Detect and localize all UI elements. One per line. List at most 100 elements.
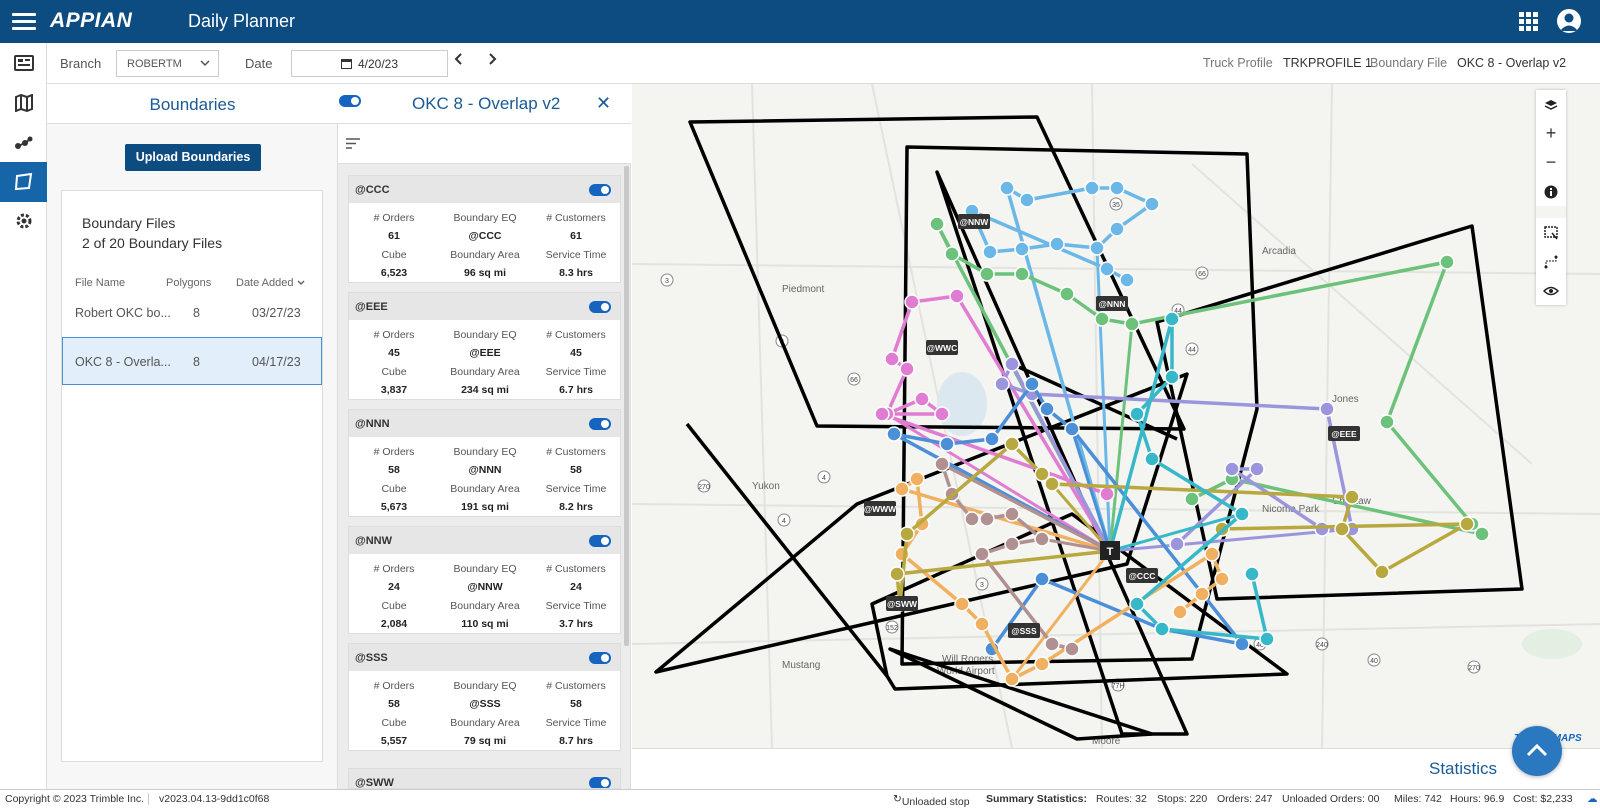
stop-marker[interactable] — [1144, 196, 1160, 212]
stop-marker[interactable] — [1164, 369, 1180, 385]
stop-marker[interactable] — [939, 436, 955, 452]
stop-marker[interactable] — [1019, 192, 1035, 208]
stop-marker[interactable] — [1124, 316, 1140, 332]
stop-marker[interactable] — [984, 431, 1000, 447]
next-date-chevron-icon[interactable] — [487, 52, 497, 71]
stop-marker[interactable] — [1084, 180, 1100, 196]
expand-statistics-button[interactable] — [1512, 726, 1562, 776]
stop-marker[interactable] — [1034, 656, 1050, 672]
upload-boundaries-button[interactable]: Upload Boundaries — [125, 144, 261, 171]
stop-marker[interactable] — [934, 456, 950, 472]
stop-marker[interactable] — [1034, 531, 1050, 547]
boundary-toggle[interactable] — [589, 535, 611, 547]
nav-boundary-icon[interactable] — [0, 162, 47, 202]
draw-route-icon[interactable] — [1536, 247, 1566, 276]
nav-map-icon[interactable] — [0, 83, 47, 123]
stop-marker[interactable] — [1194, 586, 1210, 602]
stop-marker[interactable] — [1184, 491, 1200, 507]
file-row-selected[interactable]: OKC 8 - Overla... 8 04/17/23 — [62, 337, 322, 385]
file-row[interactable]: Robert OKC bo... 8 03/27/23 — [62, 289, 322, 337]
stop-marker[interactable] — [1144, 451, 1160, 467]
column-header-file-name[interactable]: File Name — [75, 277, 125, 289]
stop-marker[interactable] — [1044, 636, 1060, 652]
boundary-toggle[interactable] — [589, 184, 611, 196]
stop-marker[interactable] — [934, 406, 950, 422]
layers-icon[interactable] — [1536, 90, 1566, 119]
boundary-card[interactable]: @NNN # Orders Boundary EQ # Customers 58 @NNN… — [348, 409, 621, 517]
zoom-out-icon[interactable]: − — [1536, 148, 1566, 177]
date-picker[interactable]: 4/20/23 — [291, 50, 448, 77]
stop-marker[interactable] — [1004, 506, 1020, 522]
stop-marker[interactable] — [1224, 461, 1240, 477]
stop-marker[interactable] — [1004, 356, 1020, 372]
stop-marker[interactable] — [1129, 406, 1145, 422]
boundary-card[interactable]: @EEE # Orders Boundary EQ # Customers 45 @EEE… — [348, 292, 621, 400]
stop-marker[interactable] — [1259, 631, 1275, 647]
stop-marker[interactable] — [1129, 596, 1145, 612]
user-avatar-icon[interactable] — [1557, 9, 1581, 33]
stop-marker[interactable] — [1314, 521, 1330, 537]
stop-marker[interactable] — [974, 546, 990, 562]
column-header-date-added[interactable]: Date Added — [236, 277, 305, 289]
stop-marker[interactable] — [1049, 236, 1065, 252]
stop-marker[interactable] — [929, 216, 945, 232]
stop-marker[interactable] — [874, 406, 890, 422]
stop-marker[interactable] — [1379, 414, 1395, 430]
stop-marker[interactable] — [1094, 311, 1110, 327]
boundary-card-partial[interactable]: @SWW — [348, 768, 621, 789]
route-group[interactable] — [994, 356, 1360, 553]
panel-scrollbar[interactable] — [624, 166, 629, 646]
column-header-polygons[interactable]: Polygons — [166, 277, 211, 289]
zoom-in-icon[interactable]: + — [1536, 119, 1566, 148]
stop-marker[interactable] — [1109, 180, 1125, 196]
stop-marker[interactable] — [1374, 564, 1390, 580]
branch-select[interactable]: ROBERTM — [116, 50, 219, 77]
stop-marker[interactable] — [974, 616, 990, 632]
stop-marker[interactable] — [1214, 571, 1230, 587]
stop-marker[interactable] — [1004, 536, 1020, 552]
stop-marker[interactable] — [1119, 272, 1135, 288]
stop-marker[interactable] — [1099, 486, 1115, 502]
stop-marker[interactable] — [982, 244, 998, 260]
stop-marker[interactable] — [944, 246, 960, 262]
boundary-toggle[interactable] — [589, 777, 611, 788]
route-map[interactable]: PiedmontArcadiaYukonNicoma ParkMustangMo… — [632, 84, 1600, 748]
nav-route-icon[interactable] — [0, 123, 47, 163]
stop-marker[interactable] — [1164, 311, 1180, 327]
stop-marker[interactable] — [1474, 526, 1490, 542]
stop-marker[interactable] — [1439, 254, 1455, 270]
stop-marker[interactable] — [914, 391, 930, 407]
stop-marker[interactable] — [899, 361, 915, 377]
stop-marker[interactable] — [886, 426, 902, 442]
stop-marker[interactable] — [1039, 401, 1055, 417]
stop-marker[interactable] — [1234, 636, 1250, 652]
sort-icon[interactable] — [346, 138, 360, 149]
map-canvas[interactable]: PiedmontArcadiaYukonNicoma ParkMustangMo… — [632, 84, 1600, 748]
stop-marker[interactable] — [1099, 261, 1115, 277]
stop-marker[interactable] — [904, 294, 920, 310]
close-icon[interactable]: ✕ — [596, 93, 611, 114]
nav-gear-icon[interactable] — [0, 201, 47, 241]
boundary-card[interactable]: @SSS # Orders Boundary EQ # Customers 58 @SSS… — [348, 643, 621, 751]
stop-marker[interactable] — [1109, 221, 1125, 237]
stop-marker[interactable] — [1172, 604, 1188, 620]
stop-marker[interactable] — [1064, 641, 1080, 657]
stop-marker[interactable] — [1004, 436, 1020, 452]
stop-marker[interactable] — [979, 266, 995, 282]
boundary-card[interactable]: @CCC # Orders Boundary EQ # Customers 61 @CCC… — [348, 175, 621, 283]
stop-marker[interactable] — [994, 376, 1010, 392]
stop-marker[interactable] — [1059, 286, 1075, 302]
hamburger-menu-icon[interactable] — [12, 10, 36, 32]
stop-marker[interactable] — [1024, 376, 1040, 392]
stop-marker[interactable] — [954, 596, 970, 612]
route-group[interactable] — [874, 288, 1115, 553]
stop-marker[interactable] — [1234, 506, 1250, 522]
all-boundaries-toggle[interactable] — [339, 95, 361, 107]
stop-marker[interactable] — [1154, 621, 1170, 637]
stop-marker[interactable] — [1249, 461, 1265, 477]
stop-marker[interactable] — [999, 180, 1015, 196]
stop-marker[interactable] — [1344, 489, 1360, 505]
stop-marker[interactable] — [1044, 476, 1060, 492]
visibility-eye-icon[interactable] — [1536, 276, 1566, 305]
statistics-title[interactable]: Statistics — [1429, 759, 1497, 779]
